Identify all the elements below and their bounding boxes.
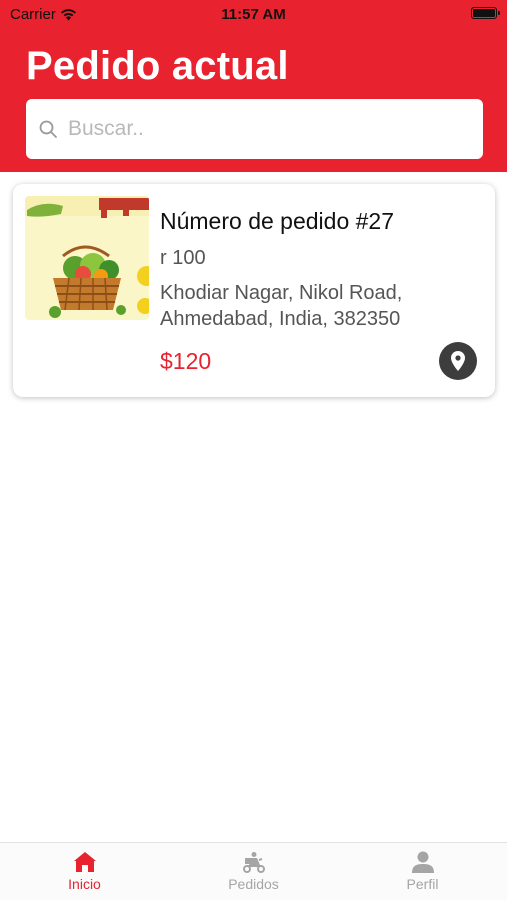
tab-bar: Inicio Pedidos Perfil xyxy=(0,842,507,900)
tab-perfil[interactable]: Perfil xyxy=(338,843,507,900)
delivery-scooter-icon xyxy=(242,852,265,873)
header: Carrier 11:57 AM Pedido actual xyxy=(0,0,507,172)
status-time: 11:57 AM xyxy=(221,6,286,23)
app-screen: Carrier 11:57 AM Pedido actual Buscar.. … xyxy=(0,0,507,900)
order-number: Número de pedido #27 xyxy=(160,208,394,234)
search-input[interactable] xyxy=(68,117,468,141)
order-address: Khodiar Nagar, Nikol Road, Ahmedabad, In… xyxy=(160,282,403,330)
vegetable-basket-icon xyxy=(25,196,149,320)
page-title: Pedido actual xyxy=(26,44,289,88)
order-price: $120 xyxy=(160,348,212,374)
tab-inicio-label: Inicio xyxy=(68,876,101,892)
user-icon xyxy=(411,851,434,873)
location-pin-icon xyxy=(451,351,465,371)
order-subtitle: r 100 xyxy=(160,247,206,269)
tab-pedidos[interactable]: Pedidos xyxy=(169,843,338,900)
tab-perfil-label: Perfil xyxy=(406,876,439,892)
battery-icon xyxy=(471,7,500,19)
home-icon xyxy=(73,852,96,872)
location-button[interactable] xyxy=(439,342,477,380)
status-bar: Carrier 11:57 AM xyxy=(0,0,507,30)
tab-pedidos-label: Pedidos xyxy=(228,876,279,892)
order-card[interactable]: Número de pedido #27 r 100 Khodiar Nagar… xyxy=(13,184,495,397)
tab-inicio[interactable]: Inicio xyxy=(0,843,169,900)
search-icon xyxy=(39,120,57,138)
search-bar[interactable] xyxy=(26,99,483,159)
